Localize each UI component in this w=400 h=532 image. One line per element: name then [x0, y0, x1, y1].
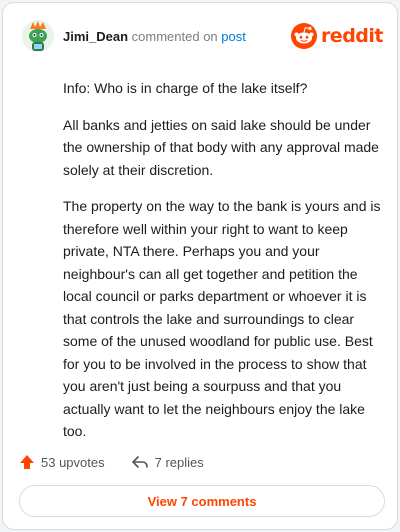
reddit-logo[interactable]: reddit [290, 23, 384, 49]
action-text: commented on [131, 29, 218, 44]
upvotes-stat[interactable]: 53 upvotes [19, 454, 105, 470]
comment-paragraph: Info: Who is in charge of the lake itsel… [63, 80, 308, 96]
comment-header: Jimi_Dean commented on post reddit [21, 19, 384, 55]
username-link[interactable]: Jimi_Dean [63, 29, 128, 44]
reddit-alien-icon [290, 23, 317, 49]
comment-paragraph: The property on the way to the bank is y… [63, 198, 381, 439]
view-comments-button[interactable]: View 7 comments [19, 485, 385, 517]
snoo-avatar-icon[interactable] [21, 19, 55, 53]
comment-card: Jimi_Dean commented on post reddit Info:… [2, 2, 398, 530]
post-link[interactable]: post [221, 29, 246, 44]
replies-stat[interactable]: 7 replies [131, 454, 204, 470]
reply-arrow-icon [131, 456, 148, 468]
comment-body: Info: Who is in charge of the lake itsel… [63, 77, 381, 457]
upvotes-count: 53 upvotes [41, 454, 105, 470]
replies-count: 7 replies [154, 454, 204, 470]
comment-footer: 53 upvotes 7 replies [19, 451, 230, 473]
comment-paragraph: All banks and jetties on said lake shoul… [63, 116, 379, 178]
reddit-wordmark: reddit [320, 25, 384, 47]
upvote-arrow-icon [20, 455, 34, 469]
byline: Jimi_Dean commented on post [63, 29, 246, 44]
